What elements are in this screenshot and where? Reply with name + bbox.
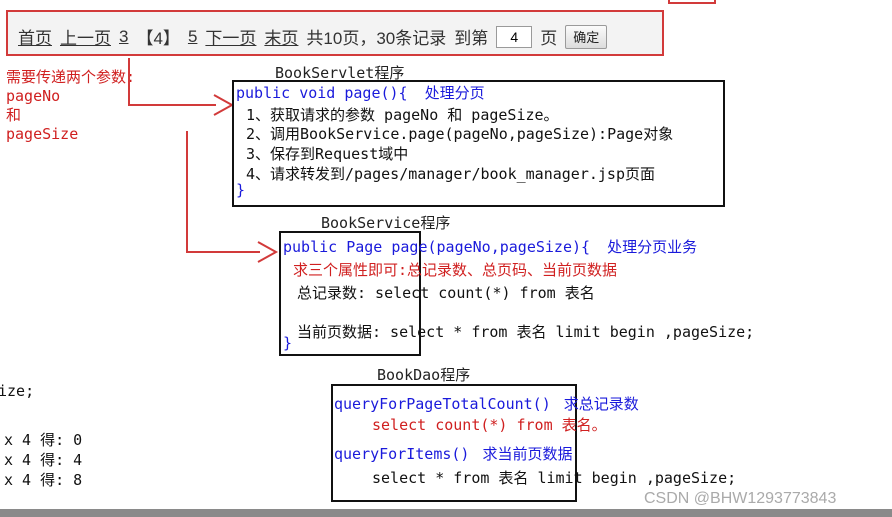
- page-word-label: 页: [540, 29, 558, 48]
- goto-label: 到第: [454, 29, 489, 48]
- first-page-link[interactable]: 首页: [18, 24, 52, 49]
- next-page-link[interactable]: 下一页: [205, 24, 256, 49]
- current-page: 【4】: [136, 29, 180, 48]
- note-line: 需要传递两个参数:: [6, 68, 136, 86]
- connector-line: [128, 58, 130, 105]
- page-5-link[interactable]: 5: [188, 27, 197, 47]
- servlet-step: 1、获取请求的参数 pageNo 和 pageSize。: [246, 106, 559, 124]
- dao-method1-sql: select count(*) from 表名。: [372, 416, 607, 434]
- fragment-text: x 4 得: 0: [4, 431, 83, 449]
- fragment-text: x 4 得: 8: [4, 471, 83, 489]
- servlet-step: 4、请求转发到/pages/manager/book_manager.jsp页面: [246, 165, 655, 183]
- dao-method1-comment: 求总记录数: [563, 395, 639, 413]
- service-hint: 求三个属性即可:总记录数、总页码、当前页数据: [293, 261, 618, 279]
- connector-line: [128, 104, 216, 106]
- servlet-close: }: [236, 181, 246, 199]
- dao-method2-row: queryForItems() 求当前页数据: [334, 444, 573, 465]
- bottom-scrollbar[interactable]: [0, 509, 892, 517]
- service-title: BookService程序: [321, 214, 451, 232]
- connector-line: [186, 131, 188, 252]
- note-line: pageSize: [6, 125, 79, 143]
- dao-method1-row: queryForPageTotalCount() 求总记录数: [334, 394, 639, 415]
- dao-method2: queryForItems(): [334, 445, 470, 463]
- confirm-button[interactable]: 确定: [565, 24, 608, 49]
- dao-method2-comment: 求当前页数据: [482, 445, 573, 463]
- fragment-text: ize;: [0, 382, 35, 400]
- service-close: }: [283, 334, 293, 352]
- arrow-icon: [257, 241, 279, 263]
- service-count-line: 总记录数: select count(*) from 表名: [297, 284, 595, 302]
- pagination-bar: 首页 上一页 3 【4】 5 下一页 末页 共10页，30条记录 到第 页 确定: [18, 24, 608, 49]
- service-signature-row: public Page page(pageNo,pageSize){ 处理分页业…: [283, 237, 697, 258]
- dao-method1: queryForPageTotalCount(): [334, 395, 551, 413]
- servlet-signature: public void page(){: [236, 84, 408, 102]
- last-page-link[interactable]: 末页: [264, 24, 298, 49]
- service-data-line: 当前页数据: select * from 表名 limit begin ,pag…: [297, 323, 755, 341]
- note-line: 和: [6, 106, 22, 124]
- service-signature: public Page page(pageNo,pageSize){: [283, 238, 591, 256]
- watermark: CSDN @BHW1293773843: [644, 490, 837, 507]
- pagination-frame: 首页 上一页 3 【4】 5 下一页 末页 共10页，30条记录 到第 页 确定: [6, 10, 664, 56]
- service-comment: 处理分页业务: [607, 238, 698, 256]
- dao-title: BookDao程序: [377, 366, 471, 384]
- page-3-link[interactable]: 3: [119, 27, 128, 47]
- fragment-text: x 4 得: 4: [4, 451, 83, 469]
- partial-frame: [668, 0, 716, 4]
- page-number-input[interactable]: [496, 25, 533, 48]
- servlet-step: 2、调用BookService.page(pageNo,pageSize):Pa…: [246, 125, 674, 143]
- servlet-step: 3、保存到Request域中: [246, 145, 409, 163]
- dao-method2-sql: select * from 表名 limit begin ,pageSize;: [372, 469, 737, 487]
- page-summary: 共10页，30条记录: [306, 29, 447, 48]
- servlet-comment: 处理分页: [424, 84, 485, 102]
- prev-page-link[interactable]: 上一页: [60, 24, 111, 49]
- connector-line: [186, 251, 260, 253]
- note-line: pageNo: [6, 87, 61, 105]
- param-note: 需要传递两个参数: pageNo 和 pageSize: [6, 68, 135, 144]
- servlet-box: public void page(){ 处理分页 1、获取请求的参数 pageN…: [232, 80, 725, 207]
